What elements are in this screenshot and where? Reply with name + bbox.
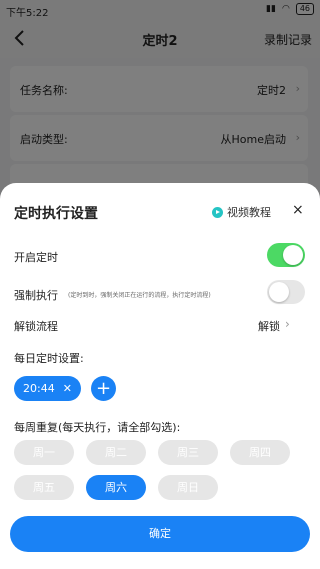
sheet-title: 定时执行设置 xyxy=(14,206,98,222)
add-time-button[interactable]: + xyxy=(91,376,116,401)
day-chip-thu[interactable]: 周四 xyxy=(230,440,290,465)
day-chip-wed[interactable]: 周三 xyxy=(158,440,218,465)
enable-timer-toggle[interactable] xyxy=(267,243,305,267)
timer-settings-sheet: 定时执行设置 视频教程 × 开启定时 强制执行 (定时到时，强制关闭正在运行的流… xyxy=(0,183,320,569)
day-chip-sun[interactable]: 周日 xyxy=(158,475,218,500)
unlock-flow-value[interactable]: 解锁 xyxy=(258,318,280,334)
day-chip-fri[interactable]: 周五 xyxy=(14,475,74,500)
day-chip-mon[interactable]: 周一 xyxy=(14,440,74,465)
play-icon xyxy=(212,206,223,218)
day-chip-tue[interactable]: 周二 xyxy=(86,440,146,465)
close-icon[interactable]: × xyxy=(292,202,304,218)
toggle-knob xyxy=(269,282,289,302)
confirm-button[interactable]: 确定 xyxy=(10,516,310,552)
remove-time-icon[interactable]: ✕ xyxy=(63,382,72,395)
enable-timer-label: 开启定时 xyxy=(14,251,58,264)
weekly-repeat-label: 每周重复(每天执行，请全部勾选): xyxy=(14,421,181,434)
time-value: 20:44 xyxy=(23,382,55,395)
force-run-label: 强制执行 xyxy=(14,289,58,302)
force-run-toggle[interactable] xyxy=(267,280,305,304)
daily-timing-label: 每日定时设置: xyxy=(14,352,84,365)
time-chip[interactable]: 20:44 ✕ xyxy=(14,376,81,401)
unlock-flow-label: 解锁流程 xyxy=(14,320,58,333)
video-tutorial-link[interactable]: 视频教程 xyxy=(212,204,271,220)
chevron-right-icon[interactable]: › xyxy=(285,317,290,331)
toggle-knob xyxy=(283,245,303,265)
day-chip-sat[interactable]: 周六 xyxy=(86,475,146,500)
video-tutorial-label: 视频教程 xyxy=(227,206,271,219)
force-run-hint: (定时到时，强制关闭正在运行的流程，执行定时流程) xyxy=(68,292,211,299)
